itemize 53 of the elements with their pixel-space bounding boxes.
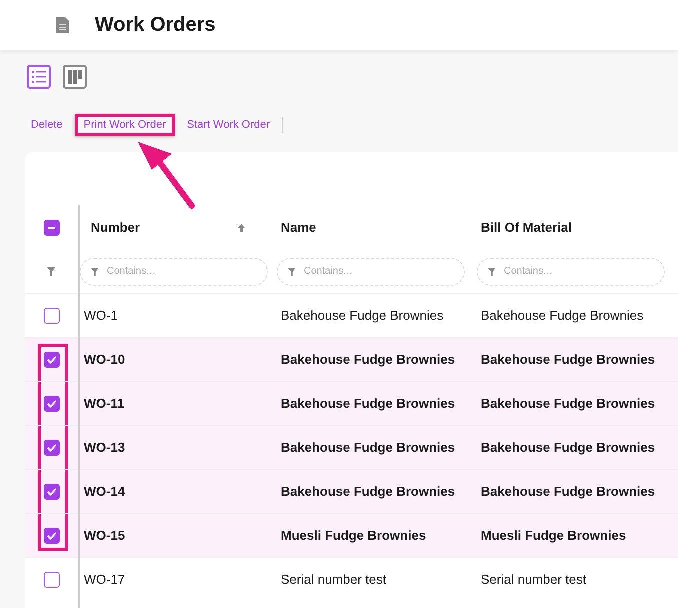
- table-cell: WO-14: [84, 484, 126, 499]
- filter-icon: [288, 268, 296, 276]
- check-icon: [46, 488, 56, 496]
- action-link[interactable]: Start Work Order: [178, 114, 280, 136]
- row-checkbox[interactable]: [44, 572, 60, 588]
- table-cell: Bakehouse Fudge Brownies: [281, 352, 456, 367]
- check-icon: [46, 444, 56, 452]
- table-cell: Bakehouse Fudge Brownies: [481, 308, 644, 323]
- column-header[interactable]: Name: [275, 205, 475, 250]
- table-cell: Bakehouse Fudge Brownies: [481, 396, 656, 411]
- table-cell: WO-13: [84, 440, 126, 455]
- filter-field[interactable]: Contains...: [477, 258, 665, 286]
- check-icon: [46, 356, 56, 364]
- check-icon: [46, 532, 56, 540]
- page-title: Work Orders: [95, 14, 216, 36]
- table-cell: Serial number test: [281, 572, 386, 587]
- board-view-button[interactable]: [63, 65, 87, 89]
- columns-icon[interactable]: [67, 69, 83, 85]
- row-checkbox[interactable]: [44, 440, 60, 456]
- table-cell: Bakehouse Fudge Brownies: [481, 352, 656, 367]
- table-cell: WO-17: [84, 572, 126, 587]
- column-header[interactable]: Bill Of Material: [475, 205, 678, 250]
- select-all-checkbox[interactable]: [44, 220, 60, 236]
- filter-icon: [91, 268, 99, 276]
- list-view-button[interactable]: [27, 65, 51, 89]
- list-icon[interactable]: [32, 71, 46, 83]
- table-cell: Bakehouse Fudge Brownies: [281, 308, 444, 323]
- filter-icon[interactable]: [47, 267, 56, 276]
- row-checkbox[interactable]: [44, 308, 60, 324]
- action-link[interactable]: Delete: [22, 114, 72, 136]
- table-cell: WO-10: [84, 352, 126, 367]
- row-checkbox[interactable]: [44, 484, 60, 500]
- action-link[interactable]: Print Work Order: [74, 114, 176, 136]
- sort-arrow-icon[interactable]: [238, 224, 245, 232]
- table-cell: Bakehouse Fudge Brownies: [281, 440, 456, 455]
- table-cell: WO-15: [84, 528, 126, 543]
- table-cell: Serial number test: [481, 572, 586, 587]
- document-icon: [56, 17, 69, 33]
- table-cell: Bakehouse Fudge Brownies: [281, 484, 456, 499]
- filter-field[interactable]: Contains...: [277, 258, 465, 286]
- table-cell: Muesli Fudge Brownies: [281, 528, 426, 543]
- table-cell: Bakehouse Fudge Brownies: [481, 440, 656, 455]
- table-cell: WO-1: [84, 308, 118, 323]
- row-checkbox[interactable]: [44, 528, 60, 544]
- row-checkbox[interactable]: [44, 396, 60, 412]
- table-cell: Bakehouse Fudge Brownies: [481, 484, 656, 499]
- check-icon: [46, 400, 56, 408]
- filter-icon: [488, 268, 496, 276]
- row-checkbox[interactable]: [44, 352, 60, 368]
- table-cell: Bakehouse Fudge Brownies: [281, 396, 456, 411]
- column-header[interactable]: Number: [78, 205, 275, 250]
- table-cell: WO-11: [84, 396, 124, 411]
- table-cell: Muesli Fudge Brownies: [481, 528, 626, 543]
